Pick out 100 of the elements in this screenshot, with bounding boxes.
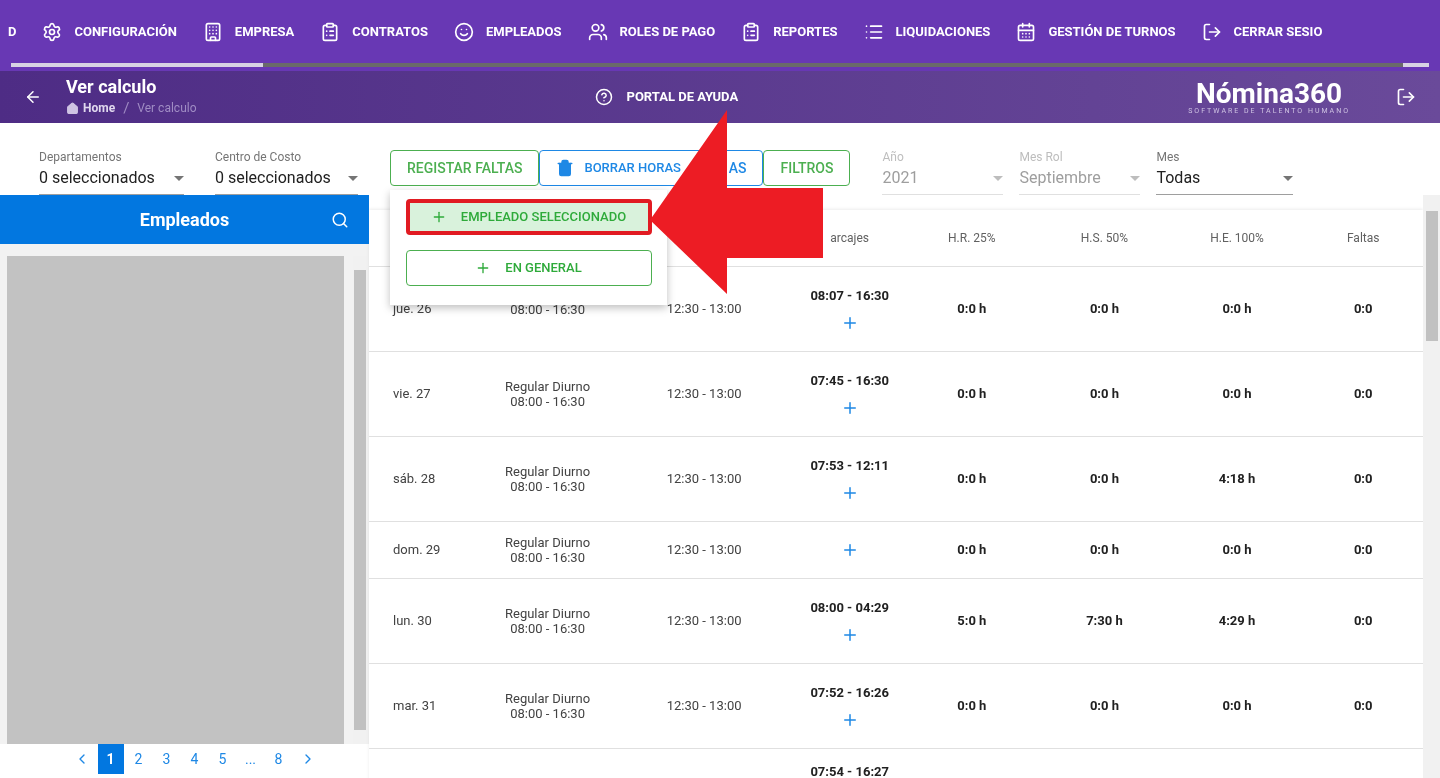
hours-cell-text: 0:0 h — [1222, 697, 1252, 716]
field-value: 0 seleccionados — [39, 167, 155, 189]
page-button[interactable]: 8 — [265, 744, 292, 774]
nav-item[interactable]: D — [8, 21, 17, 42]
field-value: 2021 — [882, 167, 919, 189]
day-cell: dom. 29 — [393, 542, 441, 558]
select-field[interactable]: Mes Todas — [1156, 148, 1294, 195]
field-value: 0 seleccionados — [215, 167, 331, 189]
absences-cell-text: 0:0 — [1353, 541, 1373, 560]
hours-cell-text: 0:0 h — [1089, 470, 1119, 489]
shift-time-cell: 08:00 - 16:30 — [510, 479, 585, 494]
trash-icon — [556, 159, 575, 177]
absences-cell-text: 0:0 — [1353, 612, 1373, 631]
dropdown-caret-icon — [1130, 175, 1141, 181]
nav-item[interactable]: EMPRESA — [202, 21, 295, 42]
dropdown-caret-icon — [1283, 175, 1294, 181]
day-cell: lun. 30 — [393, 613, 432, 629]
nav-item[interactable]: GESTIÓN DE TURNOS — [1016, 21, 1176, 42]
logout-icon[interactable] — [1396, 87, 1416, 107]
help-icon — [594, 88, 613, 106]
absences-cell-text: 0:0 — [1353, 470, 1373, 489]
column-header: H.R. 25% — [948, 230, 996, 247]
shift-name-cell: Regular Diurno — [505, 464, 591, 479]
page-button[interactable]: ... — [237, 744, 264, 774]
hours-cell-text: 0:0 h — [957, 385, 987, 404]
shift-time-cell: 08:00 - 16:30 — [510, 301, 585, 317]
field-label: Departamentos — [39, 149, 123, 166]
dropdown-caret-icon — [348, 175, 358, 181]
nav-item[interactable]: LIQUIDACIONES — [863, 21, 991, 42]
absences-cell-text: 0:0 — [1353, 697, 1373, 716]
hours-cell-text: 0:0 h — [1089, 697, 1119, 716]
page-button[interactable]: 3 — [153, 744, 180, 774]
nav-item[interactable]: CONTRATOS — [320, 21, 428, 42]
field-label: Centro de Costo — [215, 149, 303, 166]
break-cell-text: 12:30 - 13:00 — [666, 470, 742, 489]
hours-cell-text: 5:0 h — [957, 612, 987, 631]
break-cell-text: 12:30 - 13:00 — [666, 385, 742, 404]
nav-item[interactable]: EMPLEADOS — [453, 21, 562, 42]
breadcrumb-current: Ver calculo — [137, 100, 197, 116]
marks-cell-text: 08:00 - 04:29 — [810, 599, 889, 618]
hours-cell-text: 0:0 h — [957, 470, 987, 489]
marks-cell-text: 07:54 - 16:27 — [810, 763, 889, 778]
people-icon — [587, 21, 608, 42]
hours-cell-text: 0:0 h — [957, 300, 987, 319]
marks-cell-text: 07:52 - 16:26 — [810, 684, 889, 703]
marks-cell-text: 07:45 - 16:30 — [810, 372, 889, 391]
marks-cell-text: 08:07 - 16:30 — [810, 287, 889, 306]
hours-cell-text: 0:0 h — [957, 541, 987, 560]
hours-cell-text: 0:0 h — [957, 697, 987, 716]
hours-cell-text: 0:0 h — [1222, 385, 1252, 404]
shift-name-cell: Regular Diurno — [505, 691, 591, 706]
page-button[interactable]: 4 — [181, 744, 208, 774]
shift-time-cell: 08:00 - 16:30 — [510, 550, 585, 565]
break-cell-text: 12:30 - 13:00 — [666, 300, 742, 319]
page-button[interactable]: 1 — [97, 744, 124, 774]
column-header: H.E. 100% — [1210, 230, 1264, 247]
hours-cell-text: 4:18 h — [1218, 470, 1256, 489]
dropdown-caret-icon — [174, 175, 184, 181]
hours-cell-text: 0:0 h — [1089, 300, 1119, 319]
hours-cell-text: 7:30 h — [1086, 612, 1123, 631]
page-button[interactable]: 5 — [209, 744, 236, 774]
hours-cell-text: 0:0 h — [1222, 541, 1252, 560]
breadcrumb-link[interactable]: Home — [83, 100, 116, 116]
field-value: Todas — [1156, 167, 1201, 189]
absences-cell-text: 0:0 — [1353, 385, 1373, 404]
help-portal-link[interactable]: PORTAL DE AYUDA — [626, 87, 739, 107]
nav-item[interactable]: ROLES DE PAGO — [587, 21, 716, 42]
column-header: H.S. 50% — [1080, 230, 1129, 247]
hours-cell-text: 0:0 h — [1222, 300, 1252, 319]
shift-time-cell: 08:00 - 16:30 — [510, 394, 585, 409]
marks-cell-text: 07:53 - 12:11 — [810, 457, 889, 476]
shift-name-cell: Regular Diurno — [505, 379, 591, 394]
column-header: arcajes — [830, 230, 869, 247]
column-header: Faltas — [1346, 230, 1380, 247]
field-label: Año — [882, 149, 905, 166]
nav-item[interactable]: CERRAR SESIO — [1201, 21, 1323, 42]
clipboard-icon — [320, 21, 341, 42]
gear-icon — [42, 21, 63, 42]
search-icon[interactable] — [331, 210, 349, 229]
dropdown-caret-icon — [993, 175, 1004, 181]
page-button[interactable]: 2 — [125, 744, 152, 774]
logout-icon — [1201, 21, 1222, 42]
breadcrumb-separator: / — [122, 98, 131, 118]
employees-panel-header: Empleados — [0, 195, 369, 244]
clipboard-icon — [741, 21, 762, 42]
shift-name-cell: Regular Diurno — [505, 535, 591, 550]
nav-item[interactable]: CONFIGURACIÓN — [42, 21, 177, 42]
field-label: Mes — [1156, 149, 1181, 166]
nav-item[interactable]: REPORTES — [741, 21, 838, 42]
break-cell-text: 12:30 - 13:00 — [666, 612, 742, 631]
brand-logo: Nómina360 — [1196, 79, 1343, 108]
home-icon — [66, 101, 79, 115]
hours-cell-text: 0:0 h — [1089, 541, 1119, 560]
shift-time-cell: 08:00 - 16:30 — [510, 706, 585, 721]
hours-cell-text: 4:29 h — [1218, 612, 1256, 631]
field-value: Septiembre — [1019, 167, 1101, 189]
day-cell: mar. 31 — [393, 698, 437, 714]
break-cell-text: 12:30 - 13:00 — [666, 541, 742, 560]
field-label: Mes Rol — [1019, 149, 1064, 166]
absences-cell-text: 0:0 — [1353, 300, 1373, 319]
